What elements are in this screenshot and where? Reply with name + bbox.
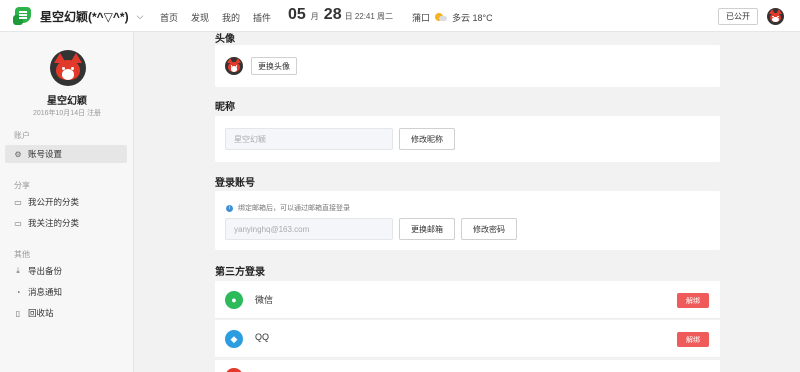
section-other: 其他 — [14, 250, 30, 259]
change-avatar-button[interactable]: 更换头像 — [251, 57, 297, 75]
avatar-section-title: 头像 — [215, 34, 235, 45]
third-party-section-title: 第三方登录 — [215, 267, 265, 278]
qq-icon: ◆ — [225, 330, 243, 348]
email-input[interactable]: yanyinghq@163.com — [225, 218, 393, 240]
nav-mine[interactable]: 我的 — [222, 11, 240, 24]
list-item-partial — [215, 360, 720, 372]
sidebar: 星空幻颖 2016年10月14日 注册 账户 ⚙ 账号设置 分享 ▭ 我公开的分… — [0, 32, 134, 372]
brand-menu[interactable]: 星空幻颖(*^▽^*) ⌵ — [12, 6, 143, 26]
sidebar-item-label: 回收站 — [28, 308, 54, 318]
sidebar-item-export-backup[interactable]: ⤓ 导出备份 — [5, 262, 127, 280]
download-icon: ⤓ — [16, 266, 20, 275]
unbind-wechat-button[interactable]: 解绑 — [677, 293, 709, 308]
trash-icon: ▯ — [15, 308, 21, 318]
date-display: 05 月 28 日 22:41 周二 — [288, 6, 393, 24]
login-section-title: 登录账号 — [215, 178, 255, 189]
qq-label: QQ — [255, 332, 270, 342]
registration-date: 2016年10月14日 注册 — [32, 110, 102, 117]
time-weekday: 日 22:41 周二 — [344, 12, 394, 21]
sidebar-item-account-settings[interactable]: ⚙ 账号设置 — [5, 145, 127, 163]
change-password-button[interactable]: 修改密码 — [461, 218, 517, 240]
nickname-section-title: 昵称 — [215, 102, 235, 113]
sidebar-item-label: 我关注的分类 — [28, 218, 80, 228]
info-icon: i — [226, 204, 233, 212]
folder-icon: ▭ — [14, 197, 22, 207]
gear-icon: ⚙ — [14, 149, 22, 159]
sidebar-item-followed-categories[interactable]: ▭ 我关注的分类 — [5, 214, 127, 232]
profile-name: 星空幻颖 — [47, 96, 87, 107]
notebook-logo-icon — [12, 6, 34, 26]
top-bar: 星空幻颖(*^▽^*) ⌵ 首页 发现 我的 插件 05 月 28 日 22:4… — [0, 0, 800, 32]
wechat-icon: ● — [225, 291, 243, 309]
edit-nickname-button[interactable]: 修改昵称 — [399, 128, 455, 150]
sidebar-item-public-categories[interactable]: ▭ 我公开的分类 — [5, 193, 127, 211]
nickname-card: 星空幻颖 修改昵称 — [215, 116, 720, 162]
section-share: 分享 — [14, 181, 30, 190]
bell-icon: ◔ — [15, 287, 21, 297]
nickname-input[interactable]: 星空幻颖 — [225, 128, 393, 150]
day-number: 28 — [323, 6, 342, 23]
list-item-wechat: ● 微信 解绑 — [215, 281, 720, 319]
sidebar-item-label: 导出备份 — [28, 266, 63, 276]
sidebar-item-trash[interactable]: ▯ 回收站 — [5, 304, 127, 322]
current-avatar — [225, 57, 243, 75]
email-hint: i 绑定邮箱后，可以通过邮箱直接登录 — [226, 203, 350, 213]
sidebar-item-label: 账号设置 — [28, 149, 63, 159]
month-label: 月 — [310, 12, 319, 21]
change-email-button[interactable]: 更换邮箱 — [399, 218, 455, 240]
month-number: 05 — [288, 6, 306, 23]
user-avatar[interactable] — [767, 8, 784, 25]
list-item-qq: ◆ QQ 解绑 — [215, 320, 720, 358]
nav-plugins[interactable]: 插件 — [253, 11, 271, 24]
unbind-qq-button[interactable]: 解绑 — [677, 332, 709, 347]
brand-title: 星空幻颖(*^▽^*) — [40, 9, 129, 24]
section-account: 账户 — [14, 131, 30, 140]
weather: 蒲口 多云 18°C — [412, 11, 493, 24]
avatar-card: 更换头像 — [215, 45, 720, 87]
weather-text: 多云 18°C — [452, 13, 493, 23]
chevron-down-icon[interactable]: ⌵ — [137, 11, 144, 22]
nav-home[interactable]: 首页 — [160, 11, 178, 24]
main-nav: 首页 发现 我的 插件 — [160, 11, 284, 24]
city-name: 蒲口 — [412, 13, 431, 23]
sidebar-item-notifications[interactable]: ◔ 消息通知 — [5, 283, 127, 301]
sidebar-item-label: 我公开的分类 — [28, 197, 80, 207]
weibo-icon — [225, 368, 243, 372]
hint-text: 绑定邮箱后，可以通过邮箱直接登录 — [238, 205, 350, 212]
public-button[interactable]: 已公开 — [718, 8, 758, 25]
partly-cloudy-icon — [435, 13, 448, 22]
wechat-label: 微信 — [255, 295, 274, 305]
sidebar-item-label: 消息通知 — [28, 287, 63, 297]
nav-discover[interactable]: 发现 — [191, 11, 209, 24]
folder-icon: ▭ — [14, 218, 22, 228]
profile-avatar — [50, 50, 86, 86]
